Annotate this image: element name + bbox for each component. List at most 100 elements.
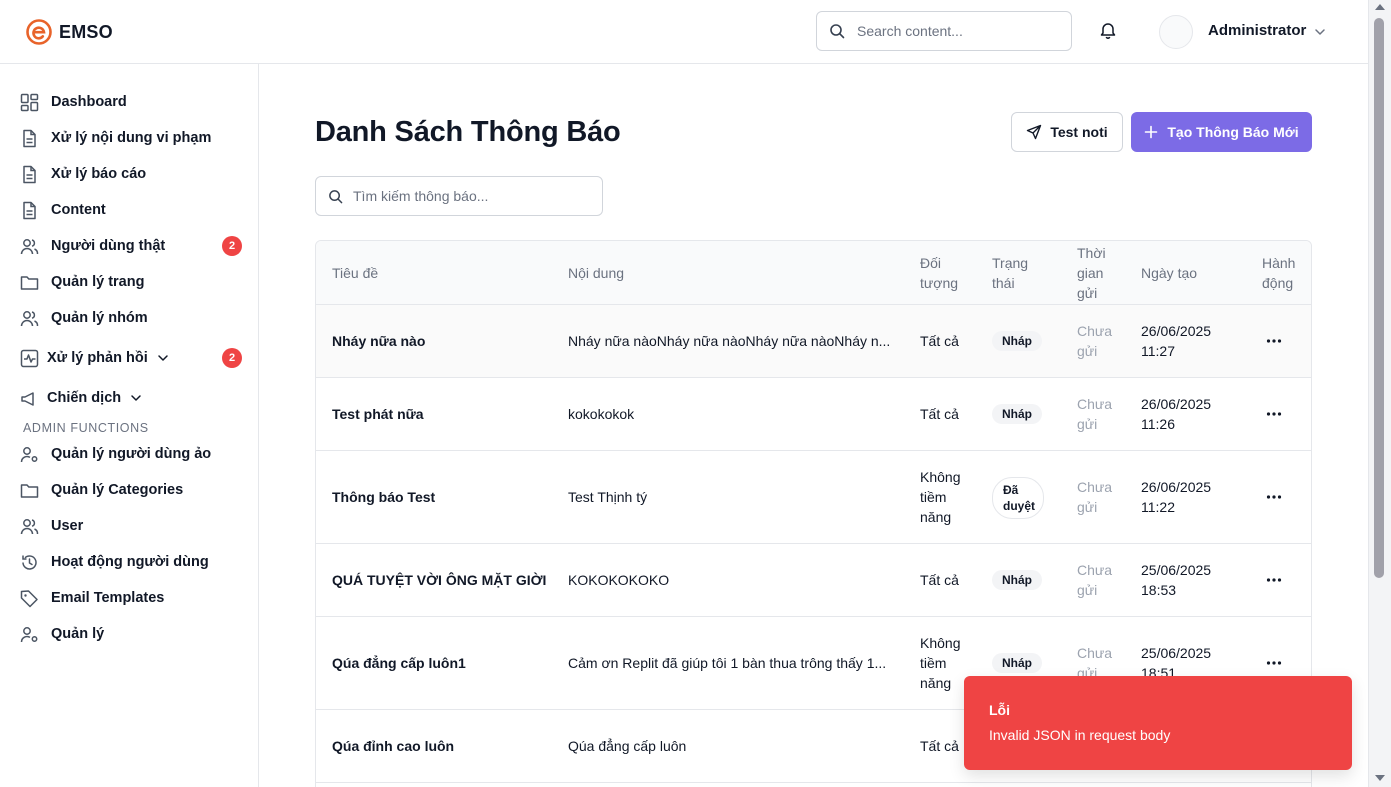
notification-badge: 2 bbox=[222, 348, 242, 368]
row-send-status-line2: gửi bbox=[1077, 343, 1098, 359]
row-created-date: 26/06/2025 bbox=[1141, 323, 1212, 339]
column-header-actions-line1: Hành bbox=[1262, 255, 1296, 271]
sidebar-item-feedback[interactable]: Xử lý phản hồi 2 bbox=[20, 346, 245, 370]
folder-icon bbox=[20, 275, 39, 290]
plus-icon bbox=[1145, 125, 1158, 139]
global-search-input[interactable] bbox=[857, 23, 1047, 39]
app-name: EMSO bbox=[59, 21, 113, 42]
row-created-date: 25/06/2025 bbox=[1141, 645, 1212, 661]
row-created-date: 26/06/2025 bbox=[1141, 396, 1212, 412]
app-logo[interactable]: EMSO bbox=[26, 19, 113, 45]
sidebar-item-content[interactable]: Content bbox=[20, 198, 245, 222]
row-send-status-line2: gửi bbox=[1077, 499, 1098, 515]
sidebar-item-label: Email Templates bbox=[51, 590, 165, 606]
table-row[interactable]: Thông báo Test Test Thịnh tý Không tiềm … bbox=[316, 451, 1311, 544]
test-noti-button[interactable]: Test noti bbox=[1011, 112, 1123, 152]
tag-icon bbox=[20, 589, 38, 607]
column-header-target-line1: Đối bbox=[920, 255, 942, 271]
row-target: Tất cả bbox=[920, 406, 959, 422]
scroll-down-arrow-icon[interactable] bbox=[1375, 775, 1385, 781]
sidebar-item-real-users[interactable]: Người dùng thật 2 bbox=[20, 234, 245, 258]
sidebar-item-label: Chiến dịch bbox=[47, 390, 122, 406]
notification-search-box[interactable] bbox=[315, 176, 603, 216]
sidebar-item-label: Xử lý báo cáo bbox=[51, 166, 147, 182]
more-actions-icon[interactable] bbox=[1264, 404, 1284, 424]
document-icon bbox=[23, 165, 36, 183]
page-scrollbar[interactable] bbox=[1368, 0, 1391, 787]
row-title: Qúa đẳng cấp luôn1 bbox=[332, 655, 466, 671]
sidebar-item-label: Quản lý trang bbox=[51, 274, 145, 290]
row-send-status-line1: Chưa bbox=[1077, 645, 1113, 661]
chevron-down-icon[interactable] bbox=[1312, 24, 1328, 40]
row-target-line1: Không bbox=[920, 635, 961, 651]
sidebar-item-categories[interactable]: Quản lý Categories bbox=[20, 478, 245, 502]
more-actions-icon[interactable] bbox=[1264, 331, 1284, 351]
sidebar: Dashboard Xử lý nội dung vi phạm Xử lý b… bbox=[0, 64, 259, 787]
table-row[interactable]: QUÁ TUYỆT VỜI ÔNG MẶT GIỜI KOKOKOKOKO Tấ… bbox=[316, 544, 1311, 617]
history-icon bbox=[22, 554, 37, 570]
row-title: Thông báo Test bbox=[332, 489, 436, 505]
column-header-status-line1: Trạng bbox=[992, 255, 1029, 271]
megaphone-icon bbox=[21, 391, 34, 406]
table-row[interactable]: Test phát nữa kokokokok Tất cả Nháp Chưa… bbox=[316, 378, 1311, 451]
row-target-line2: tiềm bbox=[920, 655, 947, 671]
sidebar-item-dashboard[interactable]: Dashboard bbox=[20, 90, 245, 114]
more-actions-icon[interactable] bbox=[1264, 570, 1284, 590]
document-icon bbox=[23, 201, 36, 219]
row-created-date: 25/06/2025 bbox=[1141, 562, 1212, 578]
column-header-send-time-line2: gian bbox=[1077, 265, 1104, 281]
sidebar-item-label: Quản lý nhóm bbox=[51, 310, 148, 326]
sidebar-item-pages[interactable]: Quản lý trang bbox=[20, 270, 245, 294]
global-search-box[interactable] bbox=[816, 11, 1072, 51]
sidebar-item-label: Content bbox=[51, 202, 106, 218]
create-notification-button[interactable]: Tạo Thông Báo Mới bbox=[1131, 112, 1312, 152]
sidebar-item-campaigns[interactable]: Chiến dịch bbox=[20, 386, 245, 410]
sidebar-item-email-templates[interactable]: Email Templates bbox=[20, 586, 245, 610]
toast-title: Lỗi bbox=[989, 702, 1010, 718]
user-avatar[interactable] bbox=[1159, 15, 1193, 49]
row-created-time: 18:53 bbox=[1141, 582, 1177, 598]
sidebar-item-virtual-users[interactable]: Quản lý người dùng ảo bbox=[20, 442, 245, 466]
sidebar-item-management[interactable]: Quản lý bbox=[20, 622, 245, 646]
admin-section-title: ADMIN FUNCTIONS bbox=[23, 421, 149, 435]
sidebar-item-label: Quản lý bbox=[51, 626, 105, 642]
column-header-send-time-line1: Thời bbox=[1077, 245, 1106, 261]
sidebar-item-label: Xử lý phản hồi bbox=[47, 350, 148, 366]
row-title: Test phát nữa bbox=[332, 406, 424, 422]
dashboard-icon bbox=[20, 93, 39, 111]
notification-search-input[interactable] bbox=[353, 188, 593, 204]
table-row[interactable]: Nháy nữa nào Nháy nữa nàoNháy nữa nàoNhá… bbox=[316, 305, 1311, 378]
chevron-down-icon bbox=[157, 355, 168, 361]
chevron-down-icon bbox=[131, 395, 141, 401]
sidebar-item-label: Xử lý nội dung vi phạm bbox=[51, 130, 212, 146]
scroll-up-arrow-icon[interactable] bbox=[1375, 4, 1385, 10]
row-send-status-line2: gửi bbox=[1077, 582, 1098, 598]
more-actions-icon[interactable] bbox=[1264, 653, 1284, 673]
status-badge: Nháp bbox=[992, 404, 1042, 424]
sidebar-item-label: Quản lý Categories bbox=[51, 482, 184, 498]
bell-icon[interactable] bbox=[1098, 21, 1118, 41]
status-badge-line2: duyệt bbox=[1003, 499, 1036, 513]
row-target-line3: năng bbox=[920, 675, 952, 691]
user-cog-icon bbox=[20, 626, 38, 642]
sidebar-item-reports[interactable]: Xử lý báo cáo bbox=[20, 162, 245, 186]
row-target-line3: năng bbox=[920, 509, 952, 525]
notification-badge: 2 bbox=[222, 236, 242, 256]
row-target: Tất cả bbox=[920, 333, 959, 349]
error-toast[interactable]: Lỗi Invalid JSON in request body bbox=[964, 676, 1352, 770]
row-target-line2: tiềm bbox=[920, 489, 947, 505]
document-icon bbox=[23, 129, 36, 147]
sidebar-item-groups[interactable]: Quản lý nhóm bbox=[20, 306, 245, 330]
sidebar-item-user[interactable]: User bbox=[20, 514, 245, 538]
user-name[interactable]: Administrator bbox=[1208, 22, 1306, 39]
send-icon bbox=[1027, 124, 1042, 140]
emso-logo-icon bbox=[26, 19, 52, 45]
scrollbar-thumb[interactable] bbox=[1374, 18, 1384, 578]
sidebar-item-label: Quản lý người dùng ảo bbox=[51, 446, 212, 462]
column-header-target-line2: tượng bbox=[920, 275, 959, 291]
sidebar-item-violations[interactable]: Xử lý nội dung vi phạm bbox=[20, 126, 245, 150]
sidebar-item-label: User bbox=[51, 518, 84, 534]
more-actions-icon[interactable] bbox=[1264, 487, 1284, 507]
sidebar-item-user-activity[interactable]: Hoạt động người dùng bbox=[20, 550, 245, 574]
row-title: Qúa đỉnh cao luôn bbox=[332, 738, 455, 754]
